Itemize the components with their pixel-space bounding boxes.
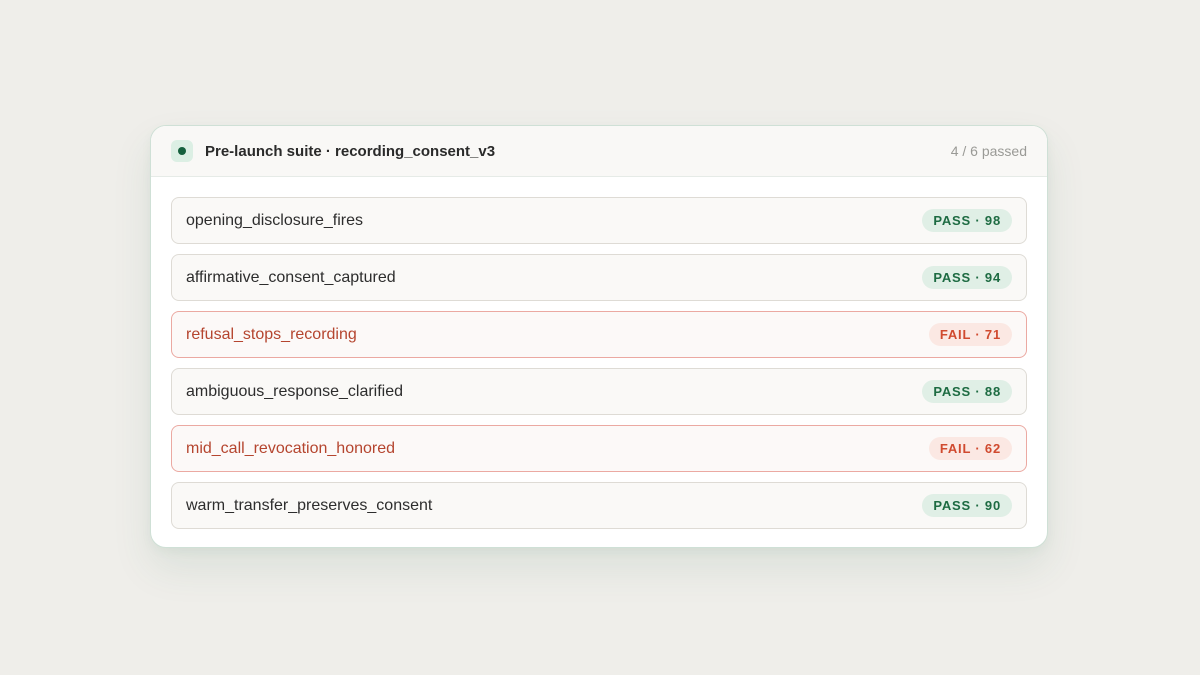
test-row[interactable]: ambiguous_response_clarified PASS · 88 xyxy=(171,368,1027,415)
suite-title: Pre-launch suite · recording_consent_v3 xyxy=(205,142,496,160)
status-badge: PASS · 88 xyxy=(922,380,1012,403)
suite-header: Pre-launch suite · recording_consent_v3 … xyxy=(151,126,1047,177)
test-name: mid_call_revocation_honored xyxy=(186,439,396,457)
test-row[interactable]: opening_disclosure_fires PASS · 98 xyxy=(171,197,1027,244)
status-badge: PASS · 94 xyxy=(922,266,1012,289)
status-badge: FAIL · 71 xyxy=(928,323,1012,346)
test-row[interactable]: affirmative_consent_captured PASS · 94 xyxy=(171,254,1027,301)
test-name: opening_disclosure_fires xyxy=(186,211,363,229)
test-name: refusal_stops_recording xyxy=(186,325,357,343)
test-suite-card: Pre-launch suite · recording_consent_v3 … xyxy=(150,125,1048,548)
test-row[interactable]: warm_transfer_preserves_consent PASS · 9… xyxy=(171,482,1027,529)
status-badge: FAIL · 62 xyxy=(928,437,1012,460)
test-name: warm_transfer_preserves_consent xyxy=(186,496,433,514)
status-badge: PASS · 98 xyxy=(922,209,1012,232)
test-name: ambiguous_response_clarified xyxy=(186,382,404,400)
test-list: opening_disclosure_fires PASS · 98 affir… xyxy=(151,177,1047,529)
test-row[interactable]: refusal_stops_recording FAIL · 71 xyxy=(171,311,1027,358)
status-indicator xyxy=(171,140,193,162)
green-dot-icon xyxy=(178,147,186,155)
test-name: affirmative_consent_captured xyxy=(186,268,396,286)
pass-summary: 4 / 6 passed xyxy=(950,143,1027,159)
test-row[interactable]: mid_call_revocation_honored FAIL · 62 xyxy=(171,425,1027,472)
status-badge: PASS · 90 xyxy=(922,494,1012,517)
